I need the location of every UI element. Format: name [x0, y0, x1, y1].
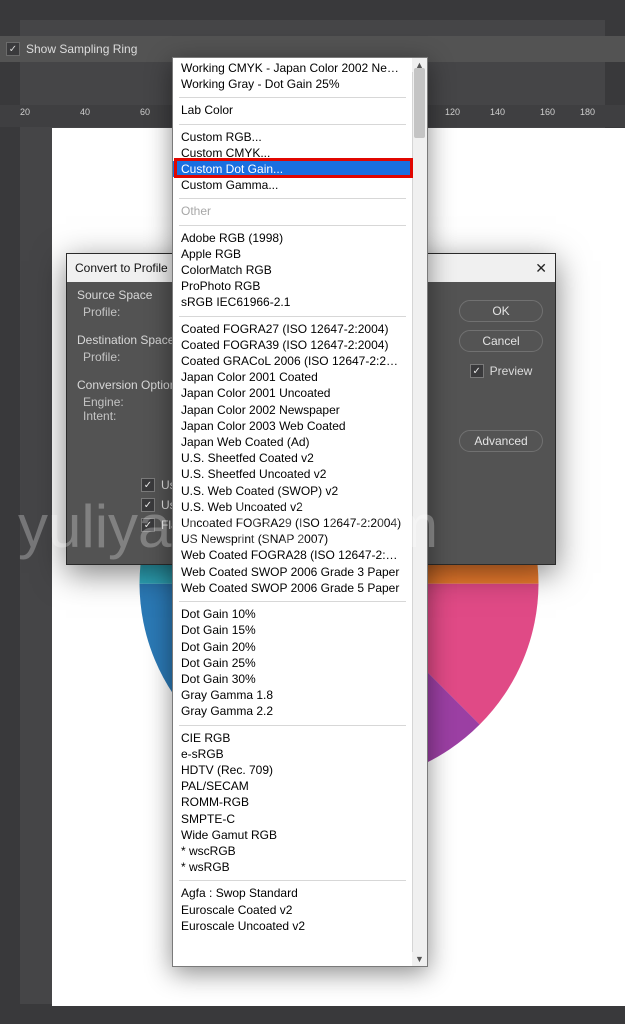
dropdown-item[interactable]: Euroscale Uncoated v2: [173, 918, 412, 934]
ruler-tick: 180: [580, 107, 595, 117]
show-sampling-ring-label: Show Sampling Ring: [26, 42, 137, 56]
dropdown-item[interactable]: Coated FOGRA39 (ISO 12647-2:2004): [173, 337, 412, 353]
dropdown-item[interactable]: Custom Dot Gain...: [173, 161, 412, 177]
checkbox-preview[interactable]: ✓: [470, 364, 484, 378]
ruler-tick: 20: [20, 107, 30, 117]
dropdown-item[interactable]: U.S. Web Uncoated v2: [173, 499, 412, 515]
dropdown-item[interactable]: Japan Color 2001 Coated: [173, 369, 412, 385]
dropdown-item[interactable]: ProPhoto RGB: [173, 278, 412, 294]
dropdown-item[interactable]: * wsRGB: [173, 859, 412, 875]
dropdown-item[interactable]: Web Coated SWOP 2006 Grade 3 Paper: [173, 564, 412, 580]
dropdown-separator: [173, 193, 412, 203]
dropdown-item[interactable]: Custom CMYK...: [173, 145, 412, 161]
dropdown-item[interactable]: HDTV (Rec. 709): [173, 762, 412, 778]
dropdown-item[interactable]: ROMM-RGB: [173, 794, 412, 810]
dialog-title: Convert to Profile: [75, 261, 168, 275]
dropdown-item[interactable]: Adobe RGB (1998): [173, 230, 412, 246]
dropdown-item[interactable]: Euroscale Coated v2: [173, 902, 412, 918]
ruler-tick: 120: [445, 107, 460, 117]
dropdown-item[interactable]: Japan Color 2002 Newspaper: [173, 402, 412, 418]
dropdown-separator: [173, 596, 412, 606]
ruler-tick: 160: [540, 107, 555, 117]
dropdown-item[interactable]: Wide Gamut RGB: [173, 827, 412, 843]
dropdown-item[interactable]: Custom Gamma...: [173, 177, 412, 193]
dropdown-item[interactable]: Custom RGB...: [173, 129, 412, 145]
dropdown-separator: [173, 720, 412, 730]
dropdown-item[interactable]: Gray Gamma 2.2: [173, 703, 412, 719]
dropdown-item[interactable]: Coated FOGRA27 (ISO 12647-2:2004): [173, 321, 412, 337]
dropdown-separator: [173, 220, 412, 230]
checkbox-show-sampling-ring[interactable]: ✓: [6, 42, 20, 56]
dropdown-item[interactable]: Dot Gain 20%: [173, 639, 412, 655]
profile-dropdown-list[interactable]: Working CMYK - Japan Color 2002 Newspape…: [172, 57, 428, 967]
dropdown-item[interactable]: Agfa : Swop Standard: [173, 885, 412, 901]
dropdown-item[interactable]: Dot Gain 10%: [173, 606, 412, 622]
dropdown-item[interactable]: SMPTE-C: [173, 811, 412, 827]
dropdown-item[interactable]: * wscRGB: [173, 843, 412, 859]
dropdown-item[interactable]: U.S. Sheetfed Uncoated v2: [173, 466, 412, 482]
dropdown-separator: [173, 875, 412, 885]
dropdown-item[interactable]: Gray Gamma 1.8: [173, 687, 412, 703]
dropdown-separator: [173, 119, 412, 129]
dropdown-item[interactable]: Coated GRACoL 2006 (ISO 12647-2:2004): [173, 353, 412, 369]
ok-button[interactable]: OK: [459, 300, 543, 322]
dropdown-item[interactable]: ColorMatch RGB: [173, 262, 412, 278]
dropdown-item[interactable]: Dot Gain 30%: [173, 671, 412, 687]
dropdown-item[interactable]: Uncoated FOGRA29 (ISO 12647-2:2004): [173, 515, 412, 531]
ruler-tick: 140: [490, 107, 505, 117]
dropdown-item[interactable]: PAL/SECAM: [173, 778, 412, 794]
ruler-tick: 60: [140, 107, 150, 117]
dropdown-item[interactable]: CIE RGB: [173, 730, 412, 746]
scrollbar-track[interactable]: ▲ ▼: [412, 58, 427, 966]
dropdown-item[interactable]: Web Coated FOGRA28 (ISO 12647-2:2004): [173, 547, 412, 563]
dropdown-item[interactable]: Japan Color 2003 Web Coated: [173, 418, 412, 434]
cancel-button[interactable]: Cancel: [459, 330, 543, 352]
advanced-button[interactable]: Advanced: [459, 430, 543, 452]
preview-label: Preview: [490, 364, 533, 378]
dropdown-item: Other: [173, 203, 412, 219]
dropdown-separator: [173, 311, 412, 321]
scrollbar-thumb[interactable]: [414, 68, 425, 138]
dropdown-item[interactable]: Japan Color 2001 Uncoated: [173, 385, 412, 401]
dropdown-item[interactable]: U.S. Web Coated (SWOP) v2: [173, 483, 412, 499]
dropdown-separator: [173, 92, 412, 102]
close-icon[interactable]: ✕: [535, 260, 547, 277]
checkbox-use-dither[interactable]: ✓: [141, 498, 155, 512]
dropdown-item[interactable]: Japan Web Coated (Ad): [173, 434, 412, 450]
dropdown-item[interactable]: Working Gray - Dot Gain 25%: [173, 76, 412, 92]
dropdown-item[interactable]: Lab Color: [173, 102, 412, 118]
checkbox-use-bpc[interactable]: ✓: [141, 478, 155, 492]
scroll-down-icon[interactable]: ▼: [412, 952, 427, 966]
dropdown-item[interactable]: Web Coated SWOP 2006 Grade 5 Paper: [173, 580, 412, 596]
dropdown-item[interactable]: U.S. Sheetfed Coated v2: [173, 450, 412, 466]
dropdown-item[interactable]: US Newsprint (SNAP 2007): [173, 531, 412, 547]
dropdown-item[interactable]: Dot Gain 25%: [173, 655, 412, 671]
dropdown-item[interactable]: Apple RGB: [173, 246, 412, 262]
ruler-tick: 40: [80, 107, 90, 117]
dropdown-item[interactable]: sRGB IEC61966-2.1: [173, 294, 412, 310]
dropdown-item[interactable]: Dot Gain 15%: [173, 622, 412, 638]
dropdown-item[interactable]: Working CMYK - Japan Color 2002 Newspape…: [173, 60, 412, 76]
checkbox-flatten[interactable]: ✓: [141, 518, 155, 532]
dropdown-item[interactable]: e-sRGB: [173, 746, 412, 762]
